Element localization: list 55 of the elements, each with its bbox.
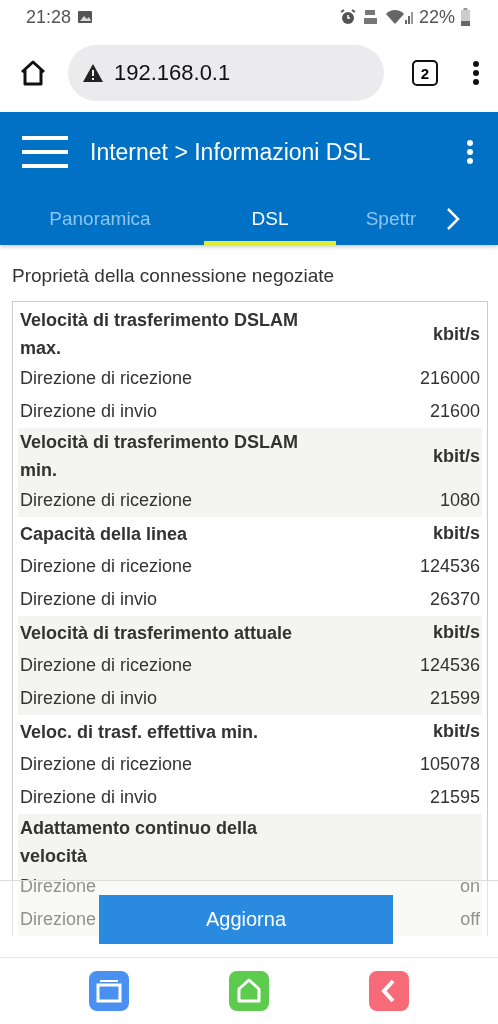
group-title: Velocità di trasferimento attuale [20,621,293,645]
row-label: Direzione [20,908,97,931]
back-icon[interactable] [369,971,409,1011]
row-label: Direzione di ricezione [20,489,193,512]
battery-percentage: 22% [418,6,455,28]
row-value: 26370 [429,588,480,611]
home-icon[interactable] [18,58,48,88]
group-title: Adattamento continuo della velocità [20,817,258,868]
alarm-icon [338,8,357,26]
group-title: Veloc. di trasf. effettiva min. [20,720,259,744]
row-label: Direzione di invio [20,687,158,710]
row-label: Direzione di ricezione [20,555,193,578]
unit-label: kbit/s [433,721,480,742]
row-value: on [459,875,480,898]
tab[interactable]: Panoramica [20,192,180,245]
row-label: Direzione [20,875,97,898]
unit-label: kbit/s [433,445,480,467]
row-label: Direzione di ricezione [20,367,193,390]
chevron-right-icon[interactable] [446,206,460,231]
unit-label: kbit/s [433,323,480,345]
recent-apps-icon[interactable] [89,971,129,1011]
signal-icon [384,8,413,26]
section-title: Proprietà della connessione negoziate [12,265,336,287]
page-title: Internet > Informazioni DSL [90,138,372,166]
row-value: 124536 [419,555,480,578]
tab[interactable]: DSL [204,192,336,245]
row-value: 21595 [429,786,480,809]
menu-icon[interactable] [22,135,68,169]
unit-label: kbit/s [433,622,480,643]
tab-count-button[interactable]: 2 [412,60,438,86]
row-label: Direzione di ricezione [20,753,193,776]
warning-icon [82,63,104,83]
row-value: 21600 [429,400,480,423]
row-label: Direzione di invio [20,786,158,809]
group-title: Velocità di trasferimento DSLAM min. [20,431,300,482]
unit-label: kbit/s [433,523,480,544]
group-title: Velocità di trasferimento DSLAM max. [20,309,300,360]
row-value: 216000 [419,367,480,390]
image-icon [77,10,94,24]
row-value: 105078 [419,753,480,776]
row-value: 1080 [439,489,480,512]
row-label: Direzione di invio [20,400,158,423]
row-label: Direzione di ricezione [20,654,193,677]
row-value: 124536 [419,654,480,677]
refresh-button[interactable]: Aggiorna [99,894,393,944]
row-label: Direzione di invio [20,588,158,611]
row-value: 21599 [429,687,480,710]
address-bar[interactable]: 192.168.0.1 [68,45,384,101]
url-text: 192.168.0.1 [114,60,231,86]
status-time: 21:28 [26,6,72,28]
battery-icon [461,8,470,26]
tab[interactable]: Spettr [336,192,446,245]
group-title: Capacità della linea [20,522,188,546]
more-icon[interactable] [472,60,480,86]
row-value: off [460,908,480,931]
